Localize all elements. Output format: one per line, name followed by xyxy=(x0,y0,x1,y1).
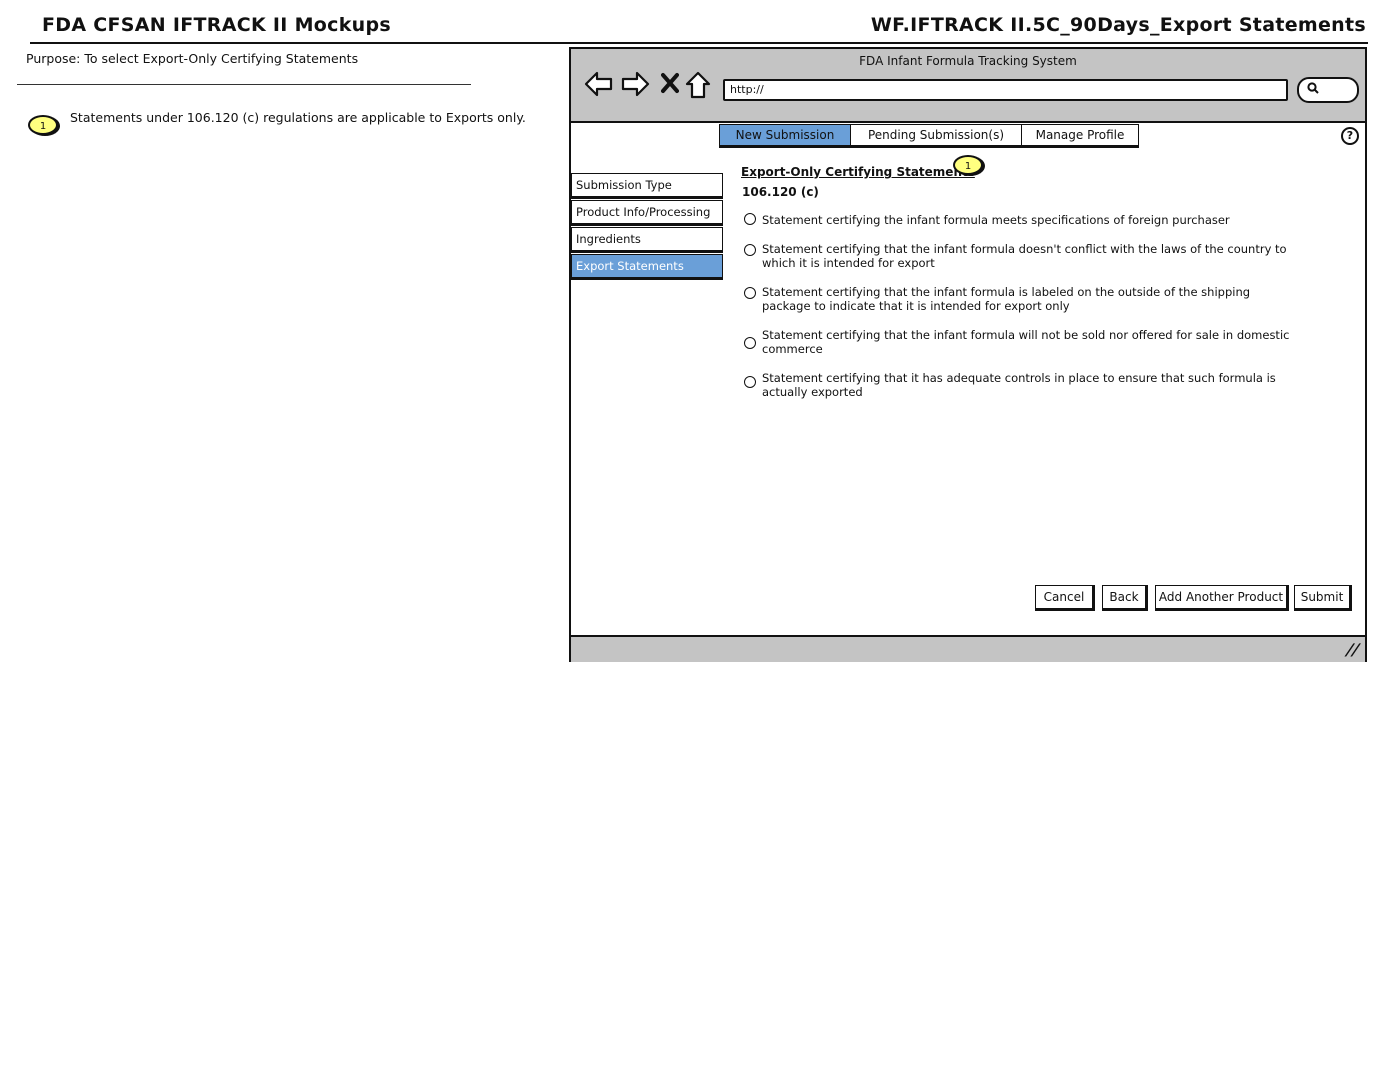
forward-arrow-icon[interactable] xyxy=(620,71,650,101)
tab-new-submission[interactable]: New Submission xyxy=(719,124,851,148)
option-label: Statement certifying that the infant for… xyxy=(762,285,1251,313)
page-title: FDA CFSAN IFTRACK II Mockups xyxy=(42,14,391,36)
sidebar-item-export-statements[interactable]: Export Statements xyxy=(571,254,723,280)
add-another-product-button[interactable]: Add Another Product xyxy=(1155,585,1289,611)
tab-pending-submissions[interactable]: Pending Submission(s) xyxy=(850,124,1022,148)
option-label: Statement certifying that it has adequat… xyxy=(762,371,1276,399)
tab-manage-profile[interactable]: Manage Profile xyxy=(1021,124,1139,148)
browser-search-field[interactable] xyxy=(1297,77,1359,103)
url-field[interactable]: http:// xyxy=(723,79,1288,101)
browser-chrome: FDA Infant Formula Tracking System http:… xyxy=(571,49,1365,123)
browser-title: FDA Infant Formula Tracking System xyxy=(859,54,1077,68)
option-label: Statement certifying that the infant for… xyxy=(762,242,1287,270)
home-icon[interactable] xyxy=(685,71,711,103)
help-icon[interactable]: ? xyxy=(1341,127,1359,145)
purpose-text: Purpose: To select Export-Only Certifyin… xyxy=(26,51,359,66)
option-row[interactable]: Statement certifying that the infant for… xyxy=(741,242,1301,270)
screen-id: WF.IFTRACK II.5C_90Days_Export Statement… xyxy=(870,14,1366,36)
search-icon xyxy=(1307,82,1319,98)
option-row[interactable]: Statement certifying the infant formula … xyxy=(741,213,1301,227)
status-bar: // xyxy=(571,635,1365,662)
note-badge: 1 xyxy=(28,115,58,135)
top-tabs: New Submission Pending Submission(s) Man… xyxy=(719,124,1139,148)
stop-icon[interactable] xyxy=(661,72,679,98)
section-badge: 1 xyxy=(953,155,983,175)
option-row[interactable]: Statement certifying that the infant for… xyxy=(741,328,1301,356)
sidebar-item-submission-type[interactable]: Submission Type xyxy=(571,173,723,199)
option-row[interactable]: Statement certifying that the infant for… xyxy=(741,285,1301,313)
back-button[interactable]: Back xyxy=(1102,585,1148,611)
back-arrow-icon[interactable] xyxy=(584,71,614,101)
browser-window: FDA Infant Formula Tracking System http:… xyxy=(569,47,1367,662)
radio-button[interactable] xyxy=(744,337,756,349)
purpose-divider xyxy=(17,84,471,85)
radio-button[interactable] xyxy=(744,376,756,388)
option-label: Statement certifying that the infant for… xyxy=(762,328,1290,356)
radio-button[interactable] xyxy=(744,287,756,299)
sidebar-item-product-info[interactable]: Product Info/Processing xyxy=(571,200,723,226)
cancel-button[interactable]: Cancel xyxy=(1035,585,1095,611)
resize-grip-icon[interactable]: // xyxy=(1344,640,1363,659)
option-label: Statement certifying the infant formula … xyxy=(762,213,1230,227)
sidebar-item-ingredients[interactable]: Ingredients xyxy=(571,227,723,253)
option-row[interactable]: Statement certifying that it has adequat… xyxy=(741,371,1301,399)
note-text: Statements under 106.120 (c) regulations… xyxy=(70,110,526,125)
side-nav: Submission Type Product Info/Processing … xyxy=(571,173,723,281)
radio-button[interactable] xyxy=(744,244,756,256)
regulation-label: 106.120 (c) xyxy=(742,185,819,199)
submit-button[interactable]: Submit xyxy=(1294,585,1352,611)
section-title: Export-Only Certifying Statements xyxy=(741,165,975,179)
title-divider xyxy=(30,42,1368,44)
radio-button[interactable] xyxy=(744,213,756,225)
